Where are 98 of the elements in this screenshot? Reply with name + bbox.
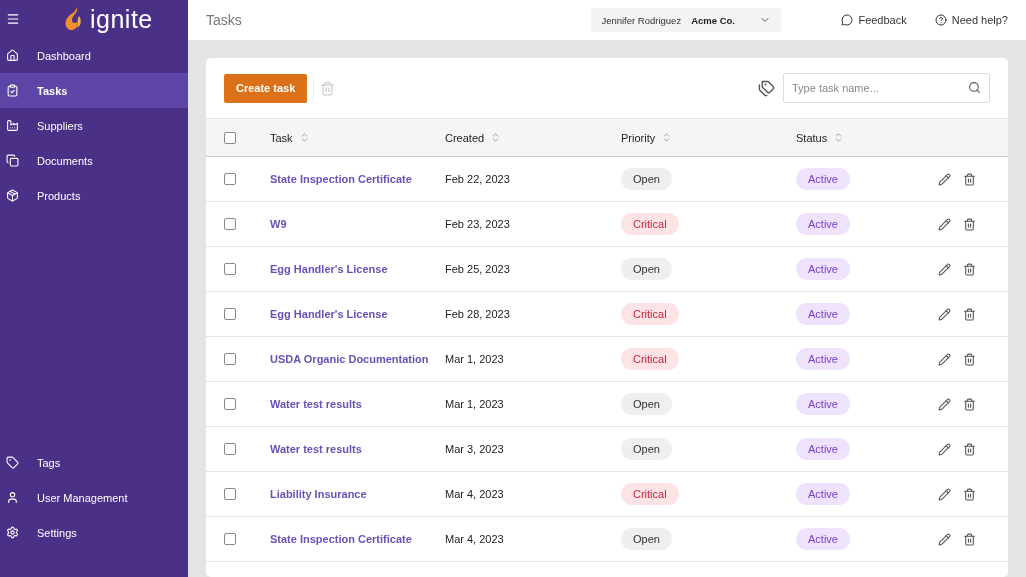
created-date: Mar 4, 2023 <box>445 533 505 545</box>
column-header[interactable]: Priority <box>621 131 656 144</box>
created-date: Feb 25, 2023 <box>445 263 511 275</box>
status-badge: Active <box>796 258 850 280</box>
status-badge: Active <box>796 213 850 235</box>
status-badge: Active <box>796 438 850 460</box>
edit-icon[interactable] <box>938 397 951 411</box>
row-checkbox[interactable] <box>224 308 236 320</box>
row-checkbox[interactable] <box>224 218 236 230</box>
status-badge: Active <box>796 483 850 505</box>
row-checkbox[interactable] <box>224 173 236 185</box>
sidebar-item[interactable]: Products <box>0 178 188 213</box>
settings-icon <box>6 526 19 539</box>
task-link[interactable]: State Inspection Certificate <box>270 173 445 185</box>
sidebar-item[interactable]: Tasks <box>0 73 188 108</box>
flame-icon <box>64 6 84 32</box>
row-checkbox[interactable] <box>224 443 236 455</box>
task-link[interactable]: W9 <box>270 218 445 230</box>
sidebar-item[interactable]: User Management <box>0 480 188 515</box>
search-icon[interactable] <box>968 81 981 94</box>
task-link[interactable]: Water test results <box>270 398 445 410</box>
edit-icon[interactable] <box>938 352 951 366</box>
help-icon <box>934 14 947 26</box>
status-badge: Active <box>796 348 850 370</box>
account-selector[interactable]: Jennifer Rodriguez Acme Co. <box>591 8 782 32</box>
feedback-link[interactable]: Feedback <box>841 14 907 26</box>
trash-icon[interactable] <box>963 172 976 186</box>
trash-icon[interactable] <box>963 532 976 546</box>
status-badge: Active <box>796 168 850 190</box>
trash-icon[interactable] <box>963 262 976 276</box>
priority-badge: Critical <box>621 213 679 235</box>
trash-icon[interactable] <box>963 487 976 501</box>
edit-icon[interactable] <box>938 172 951 186</box>
priority-badge: Critical <box>621 303 679 325</box>
edit-icon[interactable] <box>938 442 951 456</box>
column-header[interactable]: Created <box>445 131 485 144</box>
trash-icon[interactable] <box>963 217 976 231</box>
edit-icon[interactable] <box>938 262 951 276</box>
row-checkbox[interactable] <box>224 263 236 275</box>
created-date: Feb 23, 2023 <box>445 218 511 230</box>
task-link[interactable]: Liability Insurance <box>270 488 445 500</box>
trash-icon[interactable] <box>963 307 976 321</box>
tag-icon <box>6 456 19 469</box>
sidebar-item[interactable]: Documents <box>0 143 188 178</box>
sidebar-item[interactable]: Settings <box>0 515 188 550</box>
documents-icon <box>6 154 19 167</box>
created-date: Mar 1, 2023 <box>445 398 505 410</box>
company-name: Acme Co. <box>691 14 736 26</box>
clipboard-icon <box>6 84 19 97</box>
task-link[interactable]: USDA Organic Documentation <box>270 353 445 365</box>
box-icon <box>6 189 19 202</box>
page-title: Tasks <box>206 12 243 28</box>
task-link[interactable]: Egg Handler's License <box>270 263 445 275</box>
user-name: Jennifer Rodriguez <box>601 14 682 26</box>
column-header[interactable]: Status <box>796 131 828 144</box>
task-link[interactable]: Egg Handler's License <box>270 308 445 320</box>
priority-badge: Open <box>621 528 672 550</box>
priority-badge: Open <box>621 168 672 190</box>
sidebar-item[interactable]: Dashboard <box>0 38 188 73</box>
edit-icon[interactable] <box>938 307 951 321</box>
edit-icon[interactable] <box>938 532 951 546</box>
logo-text: ignite <box>90 4 153 34</box>
created-date: Mar 3, 2023 <box>445 443 505 455</box>
status-badge: Active <box>796 303 850 325</box>
search-field[interactable]: Type task name... <box>783 73 990 103</box>
menu-icon[interactable] <box>6 12 20 26</box>
priority-badge: Critical <box>621 348 679 370</box>
column-header[interactable]: Task <box>270 131 293 144</box>
created-date: Mar 1, 2023 <box>445 353 505 365</box>
user-icon <box>6 491 19 504</box>
created-date: Mar 4, 2023 <box>445 488 505 500</box>
tags-icon[interactable] <box>758 79 775 97</box>
task-link[interactable]: State Inspection Certificate <box>270 533 445 545</box>
trash-icon[interactable] <box>963 397 976 411</box>
help-link[interactable]: Need help? <box>934 14 1008 26</box>
row-checkbox[interactable] <box>224 353 236 365</box>
status-badge: Active <box>796 393 850 415</box>
created-date: Feb 22, 2023 <box>445 173 511 185</box>
priority-badge: Open <box>621 393 672 415</box>
priority-badge: Critical <box>621 483 679 505</box>
created-date: Feb 28, 2023 <box>445 308 511 320</box>
select-all-checkbox[interactable] <box>224 131 236 144</box>
priority-badge: Open <box>621 438 672 460</box>
row-checkbox[interactable] <box>224 488 236 500</box>
priority-badge: Open <box>621 258 672 280</box>
status-badge: Active <box>796 528 850 550</box>
row-checkbox[interactable] <box>224 533 236 545</box>
speech-bubble-icon <box>841 14 854 26</box>
trash-icon[interactable] <box>963 352 976 366</box>
edit-icon[interactable] <box>938 217 951 231</box>
sidebar-item[interactable]: Suppliers <box>0 108 188 143</box>
home-icon <box>6 49 19 62</box>
factory-icon <box>6 119 19 132</box>
sidebar-item[interactable]: Tags <box>0 445 188 480</box>
edit-icon[interactable] <box>938 487 951 501</box>
task-link[interactable]: Water test results <box>270 443 445 455</box>
row-checkbox[interactable] <box>224 398 236 410</box>
trash-icon[interactable] <box>963 442 976 456</box>
